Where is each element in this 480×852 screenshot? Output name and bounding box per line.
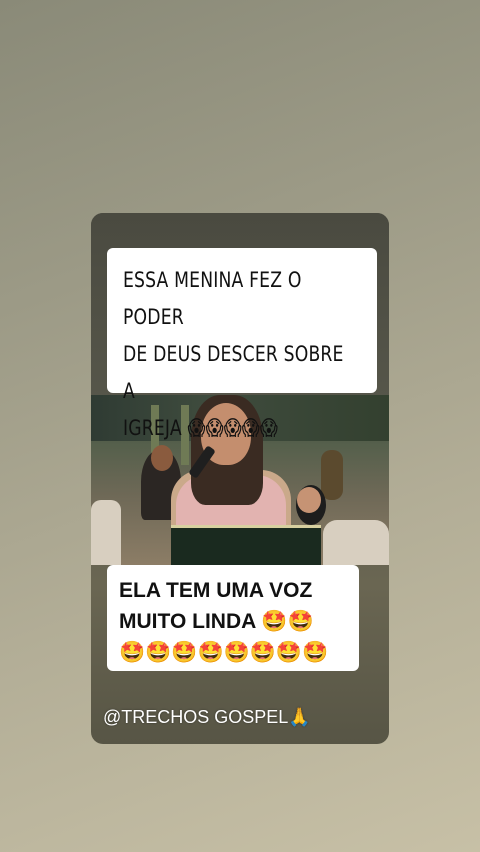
caption-bottom: ELA TEM UMA VOZ MUITO LINDA 🤩🤩 🤩🤩🤩🤩🤩🤩🤩🤩 [107, 565, 359, 671]
caption-top-line-2: DE DEUS DESCER SOBRE A [123, 342, 344, 403]
caption-top-line-3: IGREJA 😱😱😱😱😱 [123, 410, 359, 447]
instrument [321, 450, 343, 500]
caption-top-line-1: ESSA MENINA FEZ O PODER [123, 268, 302, 329]
pulpit-stand [171, 525, 321, 568]
chair-left [91, 500, 121, 565]
star-struck-emoji-row: 🤩🤩🤩🤩🤩🤩🤩🤩 [119, 641, 329, 664]
caption-bottom-line-1: ELA TEM UMA VOZ [119, 579, 313, 602]
caption-top-line-3-text: IGREJA [123, 416, 182, 440]
man-right-face [297, 487, 321, 513]
star-struck-emoji-icons: 🤩🤩 [261, 609, 314, 633]
caption-top: ESSA MENINA FEZ O PODER DE DEUS DESCER S… [107, 248, 377, 440]
caption-bottom-line-2: MUITO LINDA 🤩🤩 [119, 606, 349, 637]
caption-bottom-line-2-text: MUITO LINDA [119, 610, 256, 633]
scream-emoji-icons: 😱😱😱😱😱 [187, 416, 279, 440]
chair-right [323, 520, 389, 565]
man-face [151, 445, 173, 471]
account-handle: @TRECHOS GOSPEL🙏 [103, 707, 311, 727]
